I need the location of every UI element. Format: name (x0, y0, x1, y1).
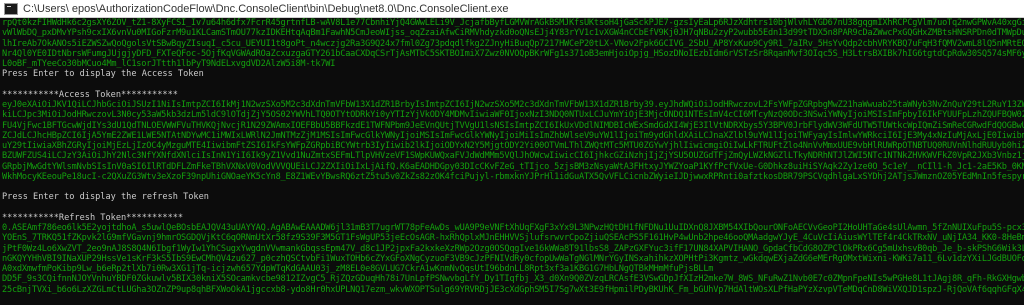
token-output-line: ZCJdLCJhcHBpZCI6IjA5YmE2ZWE1LWE5NTAtNDYw… (2, 130, 1024, 141)
console-output[interactable]: rpQt0kzFIHWdHk6c2gsXY6ZOV_tZ1-8XyFCSI_Iv… (0, 18, 1024, 305)
token-output-line: DD5F_9s3CQifnnNJOYVnhuYBDF0ZGkuwlv5BIX30… (2, 274, 1024, 285)
console-text-line: Press Enter to display the Access Token (2, 69, 204, 80)
token-output-line: BZUWFZUS4iLCJzY3AiOiJhY2Nlc3NfYXNfdXNlci… (2, 151, 1024, 162)
title-bar[interactable]: C:\Users\ epos\AuthorizationCodeFlow\Dnc… (0, 0, 1024, 18)
token-output-line: uY29tIiwiaXBhZGRyIjoiMjEzLjIzOC4yMzguMTE… (2, 141, 1024, 151)
window-title: C:\Users\ epos\AuthorizationCodeFlow\Dnc… (23, 2, 509, 15)
token-output-line: GRpbjMwGdtYWlsmNvbSIsInV0aSI6IlRTdDFLZmF… (2, 161, 1024, 172)
token-output-line: 0.ASEAmf786eo6lk5E2yojtdhoA_s5uwlQeBOsbE… (2, 223, 1024, 233)
token-output-line: FU4VjFwc1BFTGcwWjdIYs3dU1QdTNLOEVWWFVuTH… (2, 120, 1024, 131)
console-text-line: ***********Access Token*********** (2, 89, 178, 100)
token-output-line: nGKQYYHhVBI9INaXUP29HssVe1sKrF3kS5IbS9Ew… (2, 253, 1024, 264)
token-output-line: YOEnS_7TRKQ51fZKpvk2lG9mfVGavnj9hmrOSGDQ… (2, 233, 1024, 244)
token-output-line: 25cBnjTVXi_b6o6LzXZGLmCtLUGha3OZnZP9up8q… (2, 284, 1024, 295)
token-output-line: L0oBF_mTYeeCo30bMCuo4Mm_lC1sorJTtth1lbPy… (2, 59, 336, 69)
token-output-line: WkhMocyKEeouPe18ucI-c2QXuZG3Wtv3eXzoF39n… (2, 171, 1024, 182)
console-text-line: Press Enter to display the refresh Token (2, 192, 209, 203)
token-output-line: kiLCJpc3MiOiJodHRwczovL3N0cy53aW5kb3dzLm… (2, 110, 1024, 121)
token-output-line: rpQt0kzFIHWdHk6c2gsXY6ZOV_tZ1-8XyFCSI_Iv… (2, 18, 1024, 28)
token-output-line: Nr4Ql0YE0IDtNbrsWFumgJUjgjyDFD_FXTeQFoc-… (2, 48, 1024, 59)
token-output-line: A0xdXmwfmPoKibp9Lw_b6eRp2tlXb7i0Rw3XG1jT… (2, 264, 714, 274)
token-output-line: jPtF0Wz4Lo6XwZVT_2eo9nAJ8S8Q4N6Ibgf1WyIw… (2, 243, 1024, 254)
token-output-line: vWlWbDQ_pxDMvYPsh9cxIX6vnVu0MIGoFzrM9u1K… (2, 28, 1024, 39)
console-app-icon (4, 2, 18, 15)
token-output-line: lhIreAb7OkANOs5iEZWSZwQoQgolsVtSBwBqyZIs… (2, 38, 1024, 49)
console-text-line: ***********Refresh Token*********** (2, 212, 184, 223)
token-output-line: eyJ0eXAiOiJKV1QiLCJhbGciOiJSUzI1NiIsImtp… (2, 100, 1024, 110)
console-window: C:\Users\ epos\AuthorizationCodeFlow\Dnc… (0, 0, 1024, 305)
